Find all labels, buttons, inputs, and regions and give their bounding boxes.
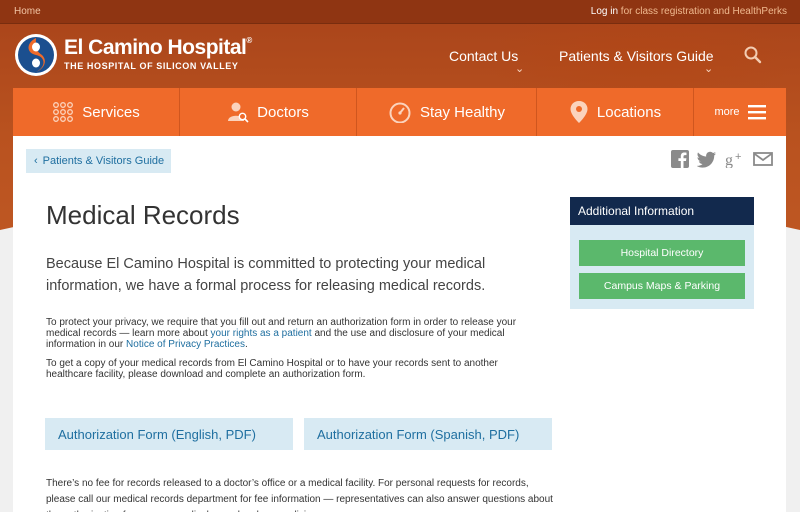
patient-rights-link[interactable]: your rights as a patient — [211, 328, 312, 339]
privacy-notice-link[interactable]: Notice of Privacy Practices — [126, 339, 245, 350]
google-plus-icon[interactable]: g + — [725, 150, 745, 168]
brand-name: El Camino Hospital — [64, 36, 247, 59]
nav-more[interactable]: more — [694, 88, 786, 136]
login-link[interactable]: Log in — [591, 6, 618, 17]
svg-text:+: + — [735, 151, 741, 163]
page-title: Medical Records — [46, 200, 240, 230]
sidebar-heading: Additional Information — [570, 197, 754, 225]
svg-text:g: g — [725, 152, 733, 168]
authorization-form-spanish-button[interactable]: Authorization Form (Spanish, PDF) — [304, 418, 552, 450]
registered-mark: ® — [246, 36, 252, 45]
back-button-label: Patients & Visitors Guide — [42, 155, 165, 167]
content-panel: ‹ Patients & Visitors Guide g + Medical … — [13, 136, 786, 512]
top-utility-bar: Home Log in for class registration and H… — [0, 0, 800, 24]
nav-label: more — [714, 106, 740, 118]
copy-records-paragraph: To get a copy of your medical records fr… — [46, 358, 498, 380]
hamburger-icon — [747, 105, 766, 120]
nav-label: Stay Healthy — [419, 103, 506, 121]
additional-info-sidebar: Additional Information Hospital Director… — [570, 197, 754, 309]
chevron-down-icon: ⌄ — [704, 63, 714, 75]
email-icon[interactable] — [753, 150, 773, 168]
nav-doctors[interactable]: Doctors — [180, 88, 357, 136]
privacy-text-c: . — [244, 339, 248, 350]
search-icon[interactable] — [743, 45, 763, 65]
header-nav-label: Patients & Visitors Guide — [559, 48, 714, 64]
share-bar: g + — [671, 150, 773, 168]
header-nav-label: Contact Us — [449, 48, 519, 64]
home-link[interactable]: Home — [14, 6, 41, 17]
fee-paragraph: There’s no fee for records released to a… — [46, 478, 553, 512]
privacy-paragraph: To protect your privacy, we require that… — [46, 317, 546, 350]
facebook-icon[interactable] — [671, 150, 689, 168]
header-nav-patients-guide[interactable]: Patients & Visitors Guide ⌄ — [559, 48, 714, 75]
chevron-left-icon: ‹ — [34, 155, 38, 167]
map-pin-icon — [570, 101, 588, 123]
hospital-directory-button[interactable]: Hospital Directory — [579, 240, 745, 266]
nav-label: Services — [82, 103, 140, 121]
gauge-icon — [389, 102, 411, 123]
grid-dots-icon — [53, 102, 74, 122]
brand-tagline: THE HOSPITAL OF SILICON VALLEY — [64, 61, 239, 71]
twitter-icon[interactable] — [697, 150, 717, 168]
hospital-logo[interactable] — [14, 33, 58, 77]
back-to-guide-button[interactable]: ‹ Patients & Visitors Guide — [26, 149, 171, 173]
chevron-down-icon: ⌄ — [515, 63, 525, 75]
login-suffix: for class registration and HealthPerks — [618, 6, 787, 17]
doctor-search-icon — [228, 102, 249, 123]
brand-wordmark[interactable]: El Camino Hospital® THE HOSPITAL OF SILI… — [64, 36, 252, 71]
nav-label: Locations — [596, 103, 662, 121]
campus-maps-parking-button[interactable]: Campus Maps & Parking — [579, 273, 745, 299]
authorization-form-english-button[interactable]: Authorization Form (English, PDF) — [45, 418, 293, 450]
nav-label: Doctors — [257, 103, 309, 121]
nav-services[interactable]: Services — [13, 88, 180, 136]
header-nav-contact[interactable]: Contact Us ⌄ — [449, 48, 524, 75]
lead-paragraph: Because El Camino Hospital is committed … — [46, 256, 486, 294]
nav-stay-healthy[interactable]: Stay Healthy — [357, 88, 537, 136]
main-navigation: Services Doctors Stay Healthy Locations … — [13, 88, 786, 136]
nav-locations[interactable]: Locations — [537, 88, 694, 136]
login-prompt: Log in for class registration and Health… — [591, 6, 787, 17]
